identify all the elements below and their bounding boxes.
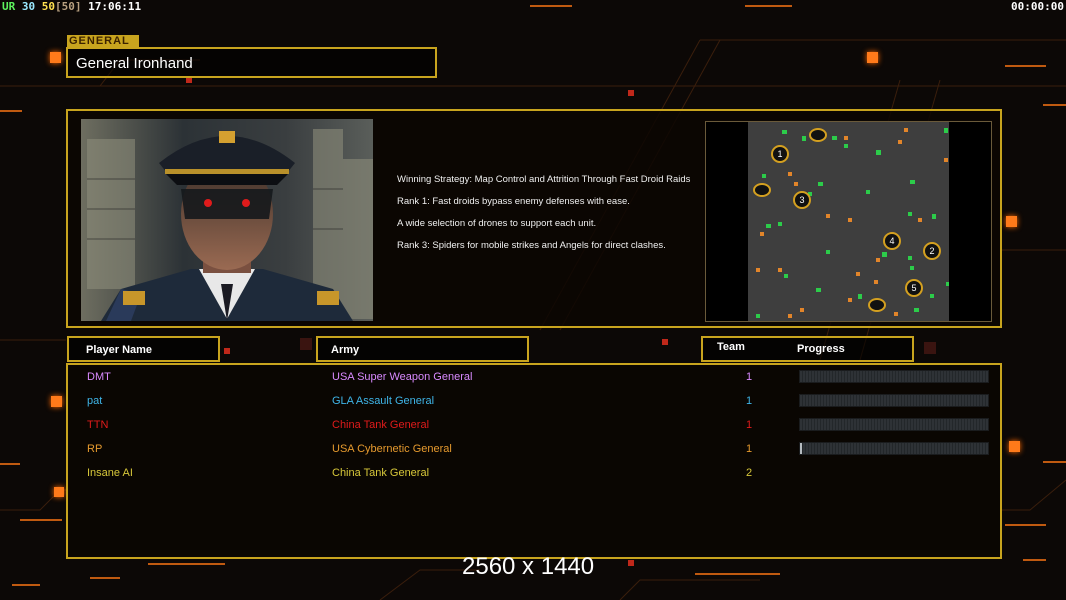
player-army: GLA Assault General — [332, 395, 435, 407]
general-name-box: General Ironhand — [66, 47, 437, 78]
player-progress-bar — [799, 442, 989, 455]
player-row: RP USA Cybernetic General 1 — [68, 439, 1000, 463]
map-preview[interactable]: 1 2 3 4 5 — [705, 121, 992, 322]
ur-label: UR — [2, 0, 16, 13]
strategy-line: Rank 1: Fast droids bypass enemy defense… — [397, 196, 630, 207]
start-label: 3 — [799, 195, 804, 205]
column-player-name-label: Player Name — [86, 344, 153, 356]
frame-cap-value: 50 — [41, 0, 55, 13]
player-team: 1 — [746, 443, 753, 455]
dark-square — [924, 342, 936, 354]
strategy-line: Rank 3: Spiders for mobile strikes and A… — [397, 240, 666, 251]
column-team-progress: Team Progress — [701, 336, 914, 362]
red-dot — [224, 348, 230, 354]
column-progress-label: Progress — [797, 343, 845, 355]
player-army: USA Cybernetic General — [332, 443, 452, 455]
player-army: China Tank General — [332, 419, 430, 431]
general-name: General Ironhand — [76, 55, 193, 72]
start-label: 1 — [777, 149, 782, 159]
start-labels: 1 2 3 4 5 — [777, 149, 934, 293]
strategy-text: Winning Strategy: Map Control and Attrit… — [397, 174, 697, 262]
strategy-line: A wide selection of drones to support ea… — [397, 218, 597, 229]
player-name: RP — [87, 443, 103, 455]
general-info-panel: Winning Strategy: Map Control and Attrit… — [66, 109, 1002, 328]
player-team: 1 — [746, 371, 753, 383]
player-army: USA Super Weapon General — [332, 371, 473, 383]
resource-readout: UR 30 50[50] 17:06:11 — [2, 0, 141, 13]
column-player-name: Player Name — [67, 336, 220, 362]
general-portrait — [81, 119, 373, 321]
player-progress-bar — [799, 418, 989, 431]
glow-square — [50, 52, 61, 63]
frame-cap-bracket: [50] — [55, 0, 82, 13]
start-label: 4 — [889, 236, 894, 246]
column-team-label: Team — [717, 341, 745, 353]
map-terrain: 1 2 3 4 5 — [748, 122, 949, 321]
player-team: 2 — [746, 467, 753, 479]
strategy-line: Winning Strategy: Map Control and Attrit… — [397, 174, 691, 185]
start-label: 2 — [929, 246, 934, 256]
player-team: 1 — [746, 395, 753, 407]
player-army: China Tank General — [332, 467, 430, 479]
column-army: Army — [316, 336, 529, 362]
player-row: pat GLA Assault General 1 — [68, 391, 1000, 415]
player-name: DMT — [87, 371, 111, 383]
player-name: TTN — [87, 419, 109, 431]
red-dot — [662, 339, 668, 345]
clock: 17:06:11 — [88, 0, 142, 13]
glow-square — [51, 396, 62, 407]
glow-square — [54, 487, 64, 497]
player-row: DMT USA Super Weapon General 1 — [68, 367, 1000, 391]
player-progress-bar — [799, 394, 989, 407]
glow-square — [867, 52, 878, 63]
glow-square — [1009, 441, 1020, 452]
dark-square — [300, 338, 312, 350]
players-list: DMT USA Super Weapon General 1 pat GLA A… — [66, 363, 1002, 559]
glow-square — [1006, 216, 1017, 227]
player-row: TTN China Tank General 1 — [68, 415, 1000, 439]
player-progress-fill — [800, 443, 802, 454]
start-label: 5 — [911, 283, 916, 293]
player-name: Insane AI — [87, 467, 133, 479]
player-team: 1 — [746, 419, 753, 431]
game-timer: 00:00:00 — [1011, 0, 1064, 13]
red-dot — [628, 560, 634, 566]
player-name: pat — [87, 395, 103, 407]
column-army-label: Army — [331, 344, 360, 356]
red-dot — [628, 90, 634, 96]
player-row: Insane AI China Tank General 2 — [68, 463, 1000, 487]
player-progress-bar — [799, 370, 989, 383]
map-markers: 1 2 3 4 5 — [753, 128, 949, 318]
fps-value: 30 — [21, 0, 36, 13]
resolution-label: 2560 x 1440 — [462, 553, 595, 580]
